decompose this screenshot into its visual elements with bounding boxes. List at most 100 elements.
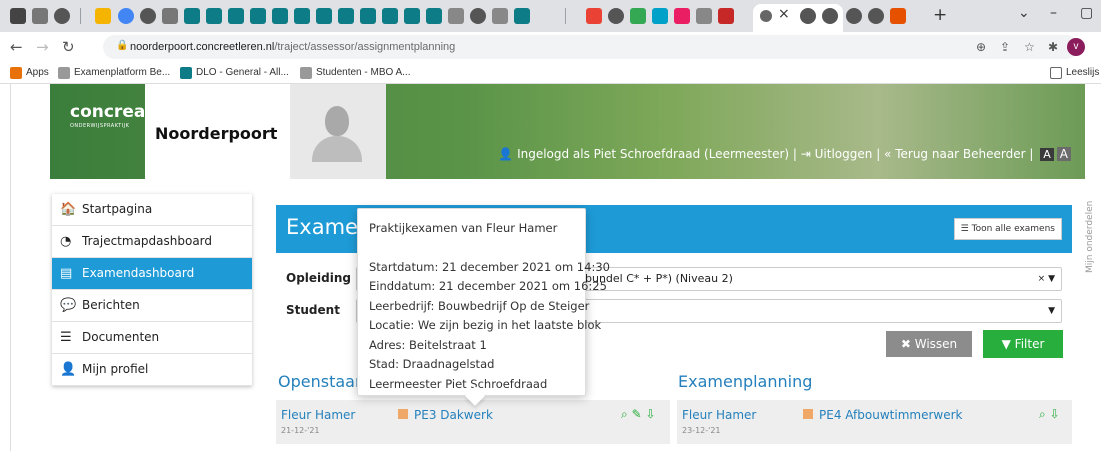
tab-favicon [760, 10, 772, 22]
minimize-icon[interactable]: – [1050, 5, 1057, 21]
tab-favicon[interactable] [162, 8, 178, 24]
tab-search-icon[interactable]: ⌄ [1018, 5, 1030, 21]
star-icon[interactable]: ☆ [1024, 40, 1035, 54]
tab-favicon[interactable] [890, 8, 906, 24]
tab-favicon[interactable] [184, 8, 200, 24]
tab-favicon[interactable] [140, 8, 156, 24]
gmail-icon[interactable] [586, 8, 602, 24]
tab-favicon[interactable] [674, 8, 690, 24]
tab-favicon[interactable] [316, 8, 332, 24]
download-icon[interactable]: ⇩ [645, 407, 655, 421]
tab-favicon[interactable] [608, 8, 624, 24]
sidebar-item-trajectmapdashboard[interactable]: ◔ Trajectmapdashboard [52, 226, 252, 258]
bookmark-apps[interactable]: Apps [26, 67, 49, 78]
tab-favicon[interactable] [95, 8, 111, 24]
bookmark-studenten[interactable]: Studenten - MBO A... [316, 67, 411, 78]
exam-tooltip: Praktijkexamen van Fleur Hamer Startdatu… [357, 208, 610, 396]
back-to-admin-link[interactable]: Terug naar Beheerder [895, 147, 1025, 161]
exam-color-icon [803, 409, 813, 419]
student-name[interactable]: Fleur Hamer [682, 408, 756, 422]
tab-favicon[interactable] [294, 8, 310, 24]
document-icon: ▤ [60, 266, 73, 281]
tab-favicon[interactable] [32, 8, 48, 24]
exam-name[interactable]: PE4 Afbouwtimmerwerk [819, 408, 962, 422]
tab-favicon[interactable] [54, 8, 70, 24]
bookmark-icon [180, 67, 192, 79]
tab-favicon[interactable] [426, 8, 442, 24]
tab-favicon[interactable] [382, 8, 398, 24]
tab-favicon[interactable] [272, 8, 288, 24]
tab-favicon[interactable] [404, 8, 420, 24]
search-icon[interactable]: ⌕ [1039, 407, 1046, 421]
download-icon[interactable]: ⇩ [1050, 407, 1060, 421]
close-tab-icon[interactable]: × [778, 6, 790, 22]
close-icon: ✖ [900, 337, 911, 351]
tab-favicon[interactable] [652, 8, 668, 24]
clear-button[interactable]: ✖ Wissen [886, 331, 972, 357]
funnel-icon: ▼ [1001, 337, 1011, 351]
clear-and-chevron-icon[interactable]: × ▼ [1038, 268, 1055, 290]
extensions-icon[interactable]: ✱ [1048, 40, 1058, 54]
user-icon: 👤 [498, 147, 514, 161]
my-parts-side-tab[interactable]: Mijn onderdelen [1083, 195, 1101, 275]
bookmark-dlo[interactable]: DLO - General - All... [196, 67, 289, 78]
sidebar-item-documenten[interactable]: ☰ Documenten [52, 322, 252, 354]
tab-favicon[interactable] [846, 8, 862, 24]
bookmarks-bar: Apps Examenplatform Be... DLO - General … [0, 62, 1101, 84]
show-all-exams-button[interactable]: ☰ Toon alle examens [953, 218, 1062, 240]
tab-favicon[interactable] [696, 8, 712, 24]
tooltip-line: Startdatum: 21 december 2021 om 14:30 [369, 259, 610, 274]
tab-favicon[interactable] [514, 8, 530, 24]
zoom-icon[interactable]: ⊕ [976, 40, 986, 54]
edit-icon[interactable]: ✎ [632, 407, 642, 421]
reading-list[interactable]: Leeslijs [1066, 67, 1099, 78]
exam-date: 21-12-'21 [281, 426, 320, 435]
noorderpoort-logo[interactable]: Noorderpoort [155, 124, 277, 143]
tab-favicon[interactable] [448, 8, 464, 24]
exam-name[interactable]: PE3 Dakwerk [414, 408, 493, 422]
tab-favicon[interactable] [492, 8, 508, 24]
font-large-button[interactable]: A [1056, 147, 1071, 161]
tab-favicon[interactable] [868, 8, 884, 24]
bookmark-examenplatform[interactable]: Examenplatform Be... [74, 67, 170, 78]
search-icon[interactable]: ⌕ [621, 407, 628, 421]
bookmark-icon [300, 67, 312, 79]
url-text[interactable]: noorderpoort.concreetleren.nl/traject/as… [130, 41, 455, 53]
user-icon: 👤 [60, 362, 77, 377]
tab-favicon[interactable] [718, 8, 734, 24]
tab-favicon[interactable] [206, 8, 222, 24]
list-icon: ☰ [960, 224, 969, 234]
chat-icon: 💬 [60, 298, 77, 313]
share-icon[interactable]: ⇪ [1000, 40, 1010, 54]
new-tab-icon[interactable]: + [933, 5, 947, 25]
tab-favicon[interactable] [10, 8, 26, 24]
maximize-icon[interactable]: ▢ [1080, 5, 1093, 21]
profile-avatar[interactable]: v [1067, 38, 1085, 56]
filter-button[interactable]: ▼ Filter [983, 330, 1063, 358]
sidebar-item-mijn-profiel[interactable]: 👤 Mijn profiel [52, 354, 252, 386]
tab-favicon[interactable] [338, 8, 354, 24]
sidebar-item-berichten[interactable]: 💬 Berichten [52, 290, 252, 322]
opleiding-label: Opleiding [286, 271, 351, 285]
tooltip-line: Adres: Beitelstraat 1 [369, 337, 487, 352]
tab-favicon[interactable] [470, 8, 486, 24]
sidebar-item-startpagina[interactable]: 🏠 Startpagina [52, 194, 252, 226]
tab-favicon[interactable] [630, 8, 646, 24]
list-item[interactable]: Fleur Hamer 21-12-'21 PE3 Dakwerk ⌕ ✎ ⇩ [276, 400, 670, 444]
sidebar-menu: 🏠 Startpagina ◔ Trajectmapdashboard ▤ Exame… [52, 194, 252, 386]
lock-icon[interactable]: 🔒 [116, 40, 128, 51]
list-item[interactable]: Fleur Hamer 23-12-'21 PE4 Afbouwtimmerwe… [677, 400, 1072, 444]
tab-favicon[interactable] [360, 8, 376, 24]
reload-icon[interactable]: ↻ [62, 38, 75, 56]
tab-favicon[interactable] [800, 8, 816, 24]
font-small-button[interactable]: A [1040, 148, 1054, 161]
forward-icon[interactable]: → [36, 38, 49, 56]
sidebar-item-examendashboard[interactable]: ▤ Examendashboard [52, 258, 252, 290]
student-name[interactable]: Fleur Hamer [281, 408, 355, 422]
tab-favicon[interactable] [250, 8, 266, 24]
back-icon[interactable]: ← [10, 38, 23, 56]
logout-link[interactable]: Uitloggen [815, 147, 873, 161]
tab-favicon[interactable] [118, 8, 134, 24]
tab-favicon[interactable] [822, 8, 838, 24]
tab-favicon[interactable] [228, 8, 244, 24]
